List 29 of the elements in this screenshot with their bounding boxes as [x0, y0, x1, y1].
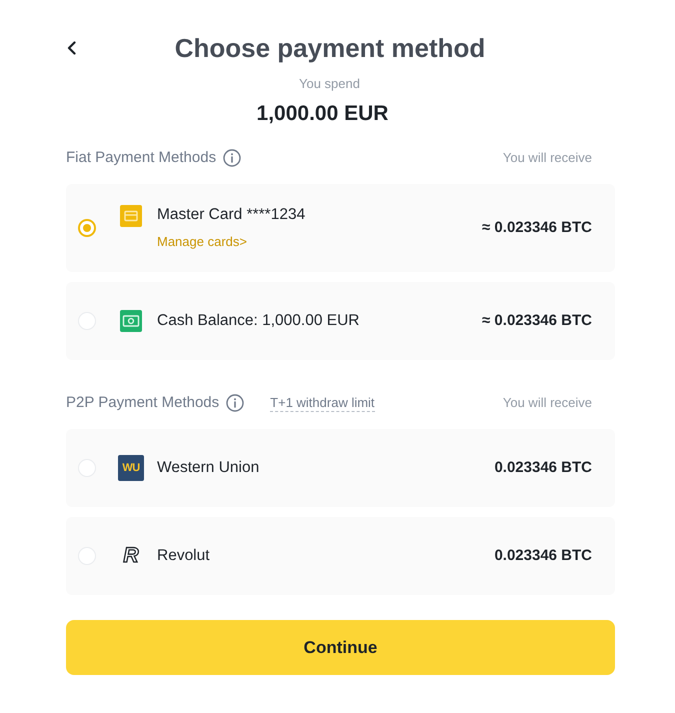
payment-method-card[interactable]: WU Western Union 0.023346 BTC: [66, 429, 615, 507]
back-icon[interactable]: [67, 41, 76, 55]
radio-button[interactable]: [78, 219, 96, 237]
spend-amount: 1,000.00 EUR: [256, 101, 388, 127]
receive-amount: 0.023346 BTC: [494, 546, 592, 566]
receive-amount: ≈ 0.023346 BTC: [482, 218, 592, 238]
receive-label: You will receive: [502, 394, 592, 412]
letter-logo: R: [123, 545, 139, 567]
page-title: Choose payment method: [174, 32, 486, 64]
info-icon[interactable]: [226, 394, 244, 412]
payment-method-card[interactable]: R Revolut 0.023346 BTC: [66, 517, 615, 595]
receive-amount: ≈ 0.023346 BTC: [482, 311, 592, 331]
logo-tile: WU: [118, 455, 144, 481]
section-title: P2P Payment Methods: [66, 393, 220, 413]
method-name: Western Union: [157, 458, 260, 478]
withdraw-limit-link[interactable]: T+1 withdraw limit: [270, 394, 375, 412]
method-name: Cash Balance: 1,000.00 EUR: [157, 311, 360, 331]
credit-card-icon: [120, 205, 142, 227]
receive-amount: 0.023346 BTC: [494, 458, 592, 478]
spend-label: You spend: [299, 75, 360, 93]
section-title: Fiat Payment Methods: [66, 148, 216, 168]
payment-method-card[interactable]: Cash Balance: 1,000.00 EUR ≈ 0.023346 BTC: [66, 282, 615, 360]
info-icon[interactable]: [223, 149, 242, 167]
continue-button[interactable]: Continue: [66, 620, 615, 675]
receive-label: You will receive: [502, 149, 592, 167]
method-name: Master Card ****1234: [157, 205, 306, 225]
payment-method-card[interactable]: Master Card ****1234 Manage cards> ≈ 0.023346 BTC: [66, 184, 615, 272]
method-name: Revolut: [157, 546, 210, 566]
banknote-icon: [120, 310, 142, 332]
